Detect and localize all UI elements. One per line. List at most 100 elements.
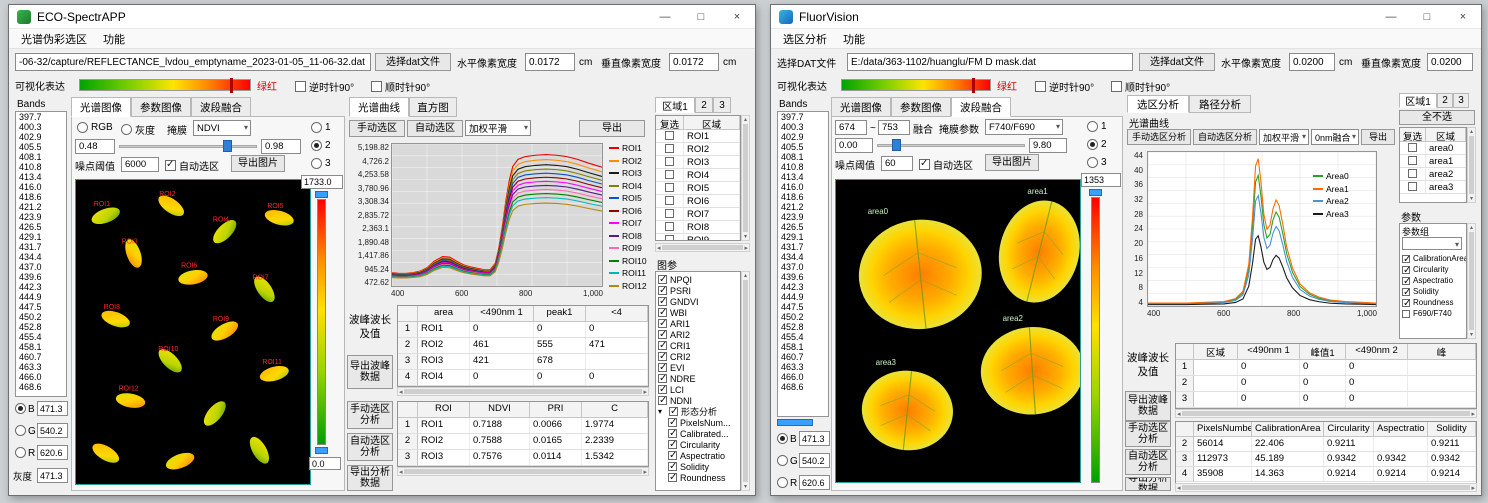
- mode2-option[interactable]: 2: [1087, 139, 1107, 150]
- roi-checkbox[interactable]: [665, 144, 674, 153]
- rotate-cw-option[interactable]: 顺时针90°: [1111, 79, 1170, 94]
- roi-row[interactable]: ROI2: [656, 143, 740, 156]
- threshold-slider[interactable]: [877, 138, 1025, 152]
- tab-region-3[interactable]: 3: [1453, 93, 1469, 108]
- auto-roi-button[interactable]: 自动选区: [407, 120, 463, 137]
- morphology-item-checkbox[interactable]: [668, 440, 677, 449]
- index-checkbox[interactable]: [658, 319, 667, 328]
- area-row[interactable]: area1: [1400, 155, 1466, 168]
- export-curve-button[interactable]: 导出: [1361, 129, 1395, 145]
- band-item[interactable]: 408.1: [778, 152, 828, 162]
- band-item[interactable]: 400.3: [778, 122, 828, 132]
- param-option[interactable]: Roundness: [1400, 297, 1466, 308]
- band-item[interactable]: 468.6: [16, 382, 66, 392]
- colormap-gradient-bar[interactable]: [841, 79, 991, 91]
- rotate-ccw-option[interactable]: 逆时针90°: [295, 79, 354, 94]
- band-item[interactable]: 437.0: [778, 262, 828, 272]
- export-peak-button[interactable]: 导出波峰数据: [1125, 391, 1171, 421]
- roi-checkbox[interactable]: [665, 209, 674, 218]
- spectral-plot[interactable]: [391, 143, 603, 287]
- channel-b-radio[interactable]: [15, 403, 26, 414]
- rotate-ccw-checkbox[interactable]: [295, 81, 306, 92]
- morphology-option[interactable]: Solidity: [656, 461, 740, 472]
- band-item[interactable]: 408.1: [16, 152, 66, 162]
- h-pixel-width-input[interactable]: [525, 53, 575, 71]
- rotate-cw-checkbox[interactable]: [1111, 81, 1122, 92]
- band-item[interactable]: 442.3: [16, 282, 66, 292]
- band-item[interactable]: 452.8: [16, 322, 66, 332]
- dat-path-input[interactable]: [15, 53, 371, 71]
- band-item[interactable]: 413.4: [778, 172, 828, 182]
- band-item[interactable]: 455.4: [16, 332, 66, 342]
- index-option[interactable]: WBI: [656, 307, 740, 318]
- analysis-table-hscrollbar[interactable]: ◂▸: [397, 467, 649, 476]
- channel-g-value[interactable]: 540.2: [799, 453, 830, 468]
- scale-top-handle[interactable]: [1089, 189, 1102, 196]
- auto-roi-option[interactable]: 自动选区: [165, 158, 219, 173]
- index-option[interactable]: CRI2: [656, 351, 740, 362]
- roi-checkbox[interactable]: [665, 170, 674, 179]
- channel-b-value[interactable]: 471.3: [799, 431, 830, 446]
- index-checklist[interactable]: NPQIPSRIGNDVIWBIARI1ARI2CRI1CRI2EVINDREL…: [655, 271, 741, 491]
- auto-roi-analysis-button[interactable]: 自动选区分析: [1193, 129, 1257, 145]
- dat-path-input[interactable]: [847, 53, 1133, 71]
- tab-region-1[interactable]: 区域1: [1399, 93, 1437, 108]
- band-item[interactable]: 442.3: [778, 282, 828, 292]
- band-item[interactable]: 397.7: [778, 112, 828, 122]
- mode3-radio[interactable]: [311, 158, 322, 169]
- gray-value[interactable]: 471.3: [37, 468, 68, 483]
- tab-region-2[interactable]: 2: [695, 97, 713, 113]
- roi-row[interactable]: ROI6: [656, 195, 740, 208]
- mode1-radio[interactable]: [311, 122, 322, 133]
- param-checkbox[interactable]: [1402, 277, 1410, 285]
- morphology-option[interactable]: Calibrated...: [656, 428, 740, 439]
- roi-row[interactable]: ROI8: [656, 221, 740, 234]
- maximize-icon[interactable]: □: [683, 5, 719, 28]
- roi-row[interactable]: ROI5: [656, 182, 740, 195]
- band-item[interactable]: 410.8: [16, 162, 66, 172]
- table-row[interactable]: 1 ROI1 0.7188 0.0066 1.9774: [398, 418, 648, 434]
- channel-b-radio[interactable]: [777, 433, 788, 444]
- tab-region-2[interactable]: 2: [1437, 93, 1453, 108]
- band-item[interactable]: 466.0: [778, 372, 828, 382]
- peak-table-hscrollbar[interactable]: ◂▸: [1175, 409, 1477, 418]
- peak-table-hscrollbar[interactable]: ◂▸: [397, 387, 649, 396]
- channel-r-radio[interactable]: [15, 447, 26, 458]
- band-item[interactable]: 423.9: [778, 212, 828, 222]
- colormap-gradient-bar[interactable]: [79, 79, 251, 91]
- table-row[interactable]: 4 35908 14.363 0.9214 0.9214 0.9214: [1176, 467, 1476, 482]
- menu-roi-analysis[interactable]: 选区分析: [775, 29, 835, 49]
- v-pixel-width-input[interactable]: [1427, 53, 1473, 71]
- rgb-option[interactable]: RGB: [77, 122, 113, 133]
- mode1-radio[interactable]: [1087, 121, 1098, 132]
- band-item[interactable]: 460.7: [778, 352, 828, 362]
- param-checkbox[interactable]: [1402, 255, 1410, 263]
- table-row[interactable]: 3 112973 45.189 0.9342 0.9342 0.9342: [1176, 452, 1476, 467]
- tab-spectral-image[interactable]: 光谱图像: [831, 97, 891, 117]
- morphology-table-hscrollbar[interactable]: ◂▸: [1175, 483, 1477, 492]
- gray-option[interactable]: 灰度: [121, 122, 155, 137]
- index-option[interactable]: NPQI: [656, 274, 740, 285]
- band-item[interactable]: 444.9: [16, 292, 66, 302]
- param-checkbox[interactable]: [1402, 288, 1410, 296]
- rotate-ccw-option[interactable]: 逆时针90°: [1035, 79, 1094, 94]
- band-item[interactable]: 418.6: [16, 192, 66, 202]
- param-option[interactable]: F690/F740: [1400, 308, 1466, 319]
- band-item[interactable]: 455.4: [778, 332, 828, 342]
- index-checkbox[interactable]: [658, 363, 667, 372]
- menu-functions[interactable]: 功能: [95, 29, 133, 49]
- area-checkbox[interactable]: [1408, 182, 1417, 191]
- band-item[interactable]: 460.7: [16, 352, 66, 362]
- band-item[interactable]: 439.6: [778, 272, 828, 282]
- morphology-checkbox[interactable]: [669, 407, 678, 416]
- minimize-icon[interactable]: —: [647, 5, 683, 28]
- select-dat-button[interactable]: 选择dat文件: [375, 53, 451, 71]
- peak-table[interactable]: 区域 <490nm 1 峰值1 <490nm 2 峰 1 0 0 0 2: [1175, 343, 1477, 409]
- index-option[interactable]: CRI1: [656, 340, 740, 351]
- table-row[interactable]: 4 ROI4 0 0 0: [398, 370, 648, 386]
- index-list-vscrollbar[interactable]: ▴▾: [741, 271, 750, 491]
- band-item[interactable]: 458.1: [778, 342, 828, 352]
- export-image-button[interactable]: 导出图片: [985, 154, 1039, 171]
- band-item[interactable]: 447.5: [16, 302, 66, 312]
- table-row[interactable]: 1 ROI1 0 0 0: [398, 322, 648, 338]
